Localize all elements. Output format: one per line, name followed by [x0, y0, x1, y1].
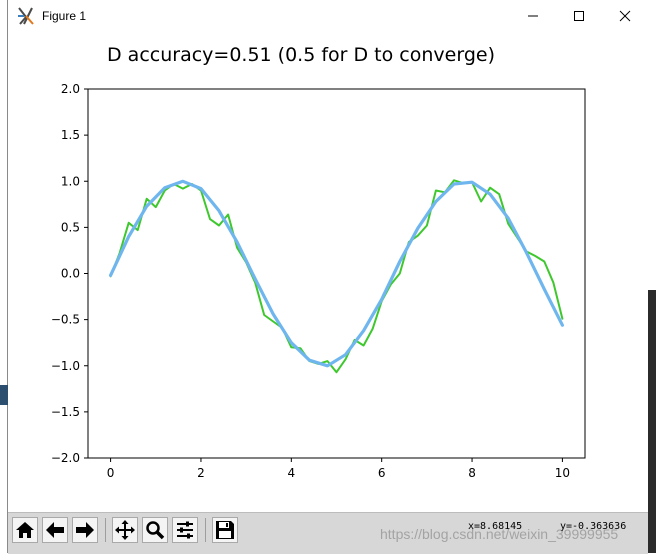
- zoom-button[interactable]: [142, 517, 168, 543]
- minimize-button[interactable]: [510, 0, 556, 31]
- configure-subplots-icon: [177, 521, 193, 539]
- home-button[interactable]: [12, 517, 38, 543]
- figure-canvas[interactable]: D accuracy=0.51 (0.5 for D to converge) …: [8, 31, 648, 511]
- configure-subplots-button[interactable]: [172, 517, 198, 543]
- x-tick-label: 2: [197, 466, 205, 480]
- home-icon: [16, 522, 34, 538]
- watermark-text: https://blog.csdn.net/weixin_39999955: [380, 526, 619, 542]
- title-bar[interactable]: Figure 1: [8, 0, 648, 31]
- maximize-button[interactable]: [556, 0, 602, 31]
- x-tick-label: 10: [555, 466, 570, 480]
- y-tick-label: −1.5: [51, 405, 80, 419]
- pan-icon: [115, 520, 135, 540]
- pan-button[interactable]: [112, 517, 138, 543]
- y-tick-label: 1.5: [61, 128, 80, 142]
- matplotlib-app-icon: [18, 6, 34, 25]
- back-button[interactable]: [42, 517, 68, 543]
- y-tick-label: 1.0: [61, 174, 80, 188]
- toolbar-separator: [205, 518, 206, 542]
- back-arrow-icon: [46, 522, 64, 538]
- chart-title: D accuracy=0.51 (0.5 for D to converge): [107, 44, 495, 66]
- maximize-icon: [574, 10, 584, 21]
- forward-button[interactable]: [72, 517, 98, 543]
- zoom-icon: [146, 521, 165, 540]
- x-tick-label: 8: [468, 466, 476, 480]
- figure-window: Figure 1 D accuracy=0.51 (0.5 for D to c…: [8, 0, 648, 554]
- x-tick-label: 0: [107, 466, 115, 480]
- save-button[interactable]: [212, 517, 238, 543]
- toolbar-separator: [105, 518, 106, 542]
- background-left-edge: [0, 0, 8, 553]
- y-tick-label: −1.0: [51, 359, 80, 373]
- x-tick-label: 6: [378, 466, 386, 480]
- y-tick-label: −0.5: [51, 313, 80, 327]
- y-tick-label: 0.5: [61, 220, 80, 234]
- window-title: Figure 1: [42, 8, 87, 23]
- y-tick-label: 0.0: [61, 267, 80, 281]
- close-icon: [619, 10, 631, 21]
- save-icon: [216, 521, 234, 539]
- close-button[interactable]: [602, 0, 648, 31]
- axes-frame: [87, 88, 586, 459]
- x-tick-label: 4: [287, 466, 295, 480]
- minimize-icon: [528, 15, 538, 16]
- y-tick-label: −2.0: [51, 451, 80, 465]
- background-left-accent: [0, 385, 8, 405]
- y-tick-label: 2.0: [61, 82, 80, 96]
- forward-arrow-icon: [76, 522, 94, 538]
- background-ide-strip-top: [648, 0, 656, 290]
